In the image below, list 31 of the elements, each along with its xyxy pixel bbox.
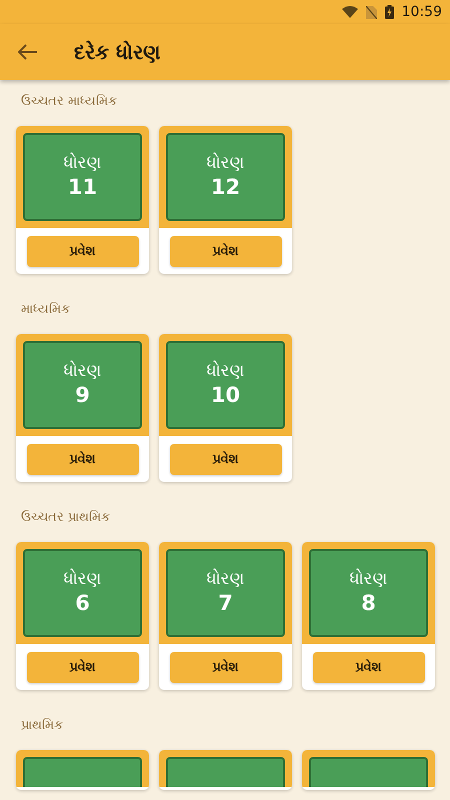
enter-button[interactable]: પ્રવેશ <box>170 444 282 475</box>
enter-button[interactable]: પ્રવેશ <box>170 652 282 683</box>
board-label: ધોરણ <box>350 569 388 590</box>
enter-button[interactable]: પ્રવેશ <box>26 236 138 267</box>
grade-number: 11 <box>68 174 98 201</box>
section-heading: પ્રાથમિક <box>20 717 64 735</box>
board-label: ધોરણ <box>64 569 102 590</box>
board-label: ધોરણ <box>206 153 244 174</box>
section-heading: ઉચ્ચતર પ્રાથમિક <box>20 509 112 527</box>
board-label: ધોરણ <box>206 361 244 382</box>
board-label: ધોરણ <box>64 361 102 382</box>
battery-icon <box>384 5 394 19</box>
page-title: દરેક ધોરણ <box>74 39 160 66</box>
wifi-icon <box>342 6 358 18</box>
grade-number: 10 <box>210 382 240 409</box>
no-sim-icon <box>366 6 377 18</box>
enter-button[interactable]: પ્રવેશ <box>26 444 138 475</box>
section-heading: ઉચ્ચતર માધ્યમિક <box>20 93 118 111</box>
section-heading: માધ્યમિક <box>20 301 71 319</box>
status-time: 10:59 <box>402 2 442 22</box>
enter-button[interactable]: પ્રવેશ <box>26 652 138 683</box>
grade-number: 9 <box>75 382 90 409</box>
enter-button[interactable]: પ્રવેશ <box>170 236 282 267</box>
board-label: ધોરણ <box>64 153 102 174</box>
grade-number: 7 <box>218 590 233 617</box>
enter-button[interactable]: પ્રવેશ <box>312 652 424 683</box>
grade-number: 6 <box>75 590 90 617</box>
grade-number: 12 <box>210 174 240 201</box>
grade-number: 8 <box>361 590 376 617</box>
back-button[interactable] <box>18 44 38 60</box>
board-label: ધોરણ <box>206 569 244 590</box>
